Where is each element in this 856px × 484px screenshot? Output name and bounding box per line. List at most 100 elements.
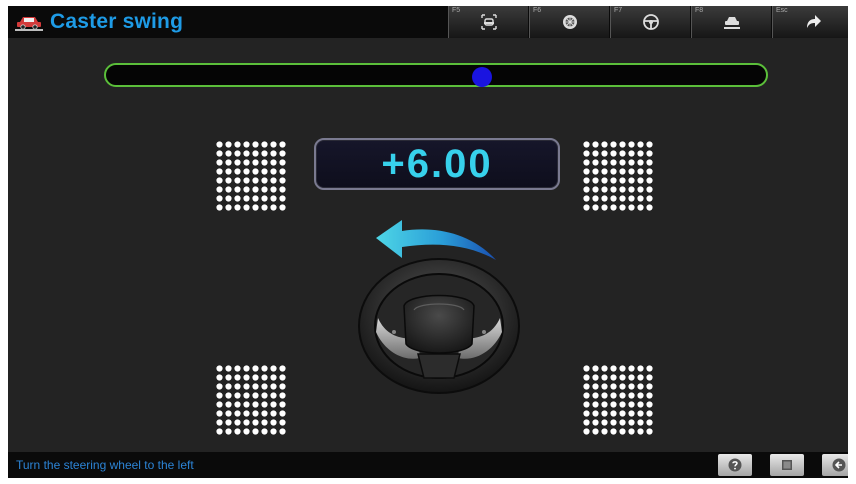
target-dot [270, 401, 277, 408]
target-dot [637, 383, 644, 390]
target-dot [243, 204, 250, 211]
target-dot [637, 410, 644, 417]
target-dot [216, 168, 223, 175]
target-dot [270, 383, 277, 390]
target-dot [270, 374, 277, 381]
title-bar: Caster swing F5 F6 F7 F8 Esc [8, 6, 848, 38]
target-dot [270, 168, 277, 175]
target-dot [216, 374, 223, 381]
target-dot [270, 204, 277, 211]
target-dot [243, 428, 250, 435]
target-dot [225, 383, 232, 390]
target-dot [216, 177, 223, 184]
target-dot [279, 392, 286, 399]
target-dot [234, 419, 241, 426]
target-dot [583, 374, 590, 381]
slider-knob [472, 67, 493, 87]
target-dot [225, 159, 232, 166]
target-dot [637, 177, 644, 184]
target-dot [637, 150, 644, 157]
target-dot [601, 392, 608, 399]
target-dot [601, 141, 608, 148]
target-dot [637, 428, 644, 435]
target-dot [592, 195, 599, 202]
target-dot [216, 419, 223, 426]
vehicle-front-icon [480, 14, 497, 30]
target-dot [583, 392, 590, 399]
target-dot [637, 195, 644, 202]
target-dot [628, 141, 635, 148]
status-message: Turn the steering wheel to the left [16, 458, 194, 472]
target-dot [261, 150, 268, 157]
target-dot [279, 195, 286, 202]
target-dot [646, 195, 653, 202]
target-dot [261, 410, 268, 417]
target-dot [628, 150, 635, 157]
target-dot [225, 428, 232, 435]
target-dot [592, 204, 599, 211]
target-dot [583, 365, 590, 372]
f5-vehicle-button[interactable]: F5 [448, 6, 528, 38]
target-dot [225, 186, 232, 193]
target-dot [252, 401, 259, 408]
target-dot [252, 392, 259, 399]
target-dot [601, 419, 608, 426]
target-dot [270, 428, 277, 435]
target-bottom-right [582, 364, 654, 436]
f6-wheel-button[interactable]: F6 [529, 6, 609, 38]
target-dot [610, 141, 617, 148]
forward-arrow-icon [806, 15, 821, 28]
target-dot [234, 150, 241, 157]
stop-button[interactable] [770, 454, 804, 476]
back-button[interactable] [822, 454, 848, 476]
target-dot [261, 195, 268, 202]
target-dot [270, 195, 277, 202]
target-dot [619, 159, 626, 166]
target-dot [279, 401, 286, 408]
target-dot [261, 419, 268, 426]
target-dot [243, 401, 250, 408]
target-dot [234, 365, 241, 372]
target-dot [646, 141, 653, 148]
target-dot [619, 177, 626, 184]
target-dot [270, 365, 277, 372]
car-lift-icon [723, 17, 740, 29]
target-dot [592, 159, 599, 166]
target-dot [646, 410, 653, 417]
target-dot [279, 374, 286, 381]
target-dot [592, 392, 599, 399]
f7-key-label: F7 [614, 7, 623, 14]
caster-position-slider [104, 63, 768, 87]
target-dot [252, 374, 259, 381]
target-dot [601, 401, 608, 408]
target-dot [279, 204, 286, 211]
target-dot [252, 419, 259, 426]
dot-target-icon [583, 141, 653, 211]
target-dot [619, 419, 626, 426]
back-icon [832, 458, 846, 472]
f8-lift-button[interactable]: F8 [691, 6, 771, 38]
target-dot [637, 401, 644, 408]
target-dot [243, 168, 250, 175]
target-dot [216, 150, 223, 157]
target-dot [261, 383, 268, 390]
target-dot [234, 392, 241, 399]
target-dot [216, 365, 223, 372]
help-button[interactable] [718, 454, 752, 476]
target-dot [583, 150, 590, 157]
target-dot [216, 159, 223, 166]
target-dot [646, 419, 653, 426]
target-dot [225, 168, 232, 175]
esc-next-button[interactable]: Esc [772, 6, 848, 38]
target-dot [646, 383, 653, 390]
target-dot [261, 374, 268, 381]
target-dot [279, 159, 286, 166]
wheel-icon [562, 15, 577, 29]
target-dot [646, 204, 653, 211]
target-dot [628, 204, 635, 211]
status-bar: Turn the steering wheel to the left [8, 452, 848, 478]
target-dot [601, 428, 608, 435]
target-dot [601, 159, 608, 166]
target-dot [592, 428, 599, 435]
f7-steering-button[interactable]: F7 [610, 6, 690, 38]
